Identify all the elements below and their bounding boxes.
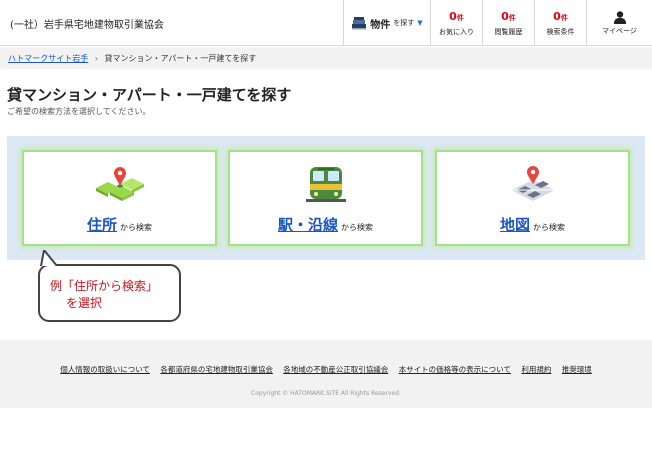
property-search-menu[interactable]: 物件 を探す ▼ [343,0,430,46]
search-by-map-suffix: から検索 [533,223,565,232]
header-nav: 物件 を探す ▼ 0件 お気に入り 0件 閲覧履歴 0件 検索条件 マイページ [343,0,652,46]
footer-link-fair-trade-councils[interactable]: 各地域の不動産公正取引協議会 [283,365,388,374]
address-map-icon [95,167,144,201]
user-icon [613,10,626,24]
footer-link-terms[interactable]: 利用規約 [521,365,551,374]
search-by-address-suffix: から検索 [120,223,152,232]
breadcrumb-current: 貸マンション・アパート・一戸建てを探す [104,54,257,63]
map-icon [510,166,555,201]
breadcrumb-home-link[interactable]: ハトマークサイト岩手 [8,54,88,63]
mypage-button[interactable]: マイページ [586,0,652,46]
instruction-callout: 例「住所から検索」 を選択 [38,264,181,322]
conditions-label: 検索条件 [546,27,575,36]
site-footer: 個人情報の取扱いについて 各都道府県の宅地建物取引業協会 各地域の不動産公正取引… [0,340,652,408]
conditions-count: 0 [553,9,561,23]
search-by-station-suffix: から検索 [341,223,373,232]
train-icon [305,167,346,202]
search-by-map-label[interactable]: 地図 [500,216,530,234]
history-button[interactable]: 0件 閲覧履歴 [482,0,534,46]
conditions-unit: 件 [560,13,568,22]
footer-link-price-display[interactable]: 本サイトの価格等の表示について [399,365,511,374]
footer-link-privacy[interactable]: 個人情報の取扱いについて [60,365,150,374]
favorites-unit: 件 [456,13,464,22]
site-name[interactable]: (一社）岩手県宅地建物取引業協会 [10,16,164,31]
search-menu-label: 物件 [370,19,391,31]
search-by-address-card[interactable]: 住所 から検索 [22,150,217,246]
breadcrumb: ハトマークサイト岩手 › 貸マンション・アパート・一戸建てを探す [0,47,652,69]
search-by-address-label[interactable]: 住所 [87,216,117,234]
mypage-label: マイページ [602,26,637,35]
page-title: 貸マンション・アパート・一戸建てを探す [7,86,292,104]
books-icon [352,17,367,30]
callout-line-1: 例「住所から検索」 [50,279,159,293]
footer-link-environment[interactable]: 推奨環境 [562,365,592,374]
copyright: Copyright © HATOMARK.SITE All Rights Res… [251,390,401,397]
history-count: 0 [501,9,509,23]
callout-pointer [40,250,58,266]
favorites-label: お気に入り [439,27,474,36]
search-by-map-card[interactable]: 地図 から検索 [435,150,630,246]
breadcrumb-separator: › [94,54,98,63]
caret-down-icon: ▼ [417,19,423,27]
history-label: 閲覧履歴 [494,27,523,36]
saved-conditions-button[interactable]: 0件 検索条件 [534,0,586,46]
favorites-button[interactable]: 0件 お気に入り [430,0,482,46]
site-header: (一社）岩手県宅地建物取引業協会 物件 を探す ▼ 0件 お気に入り 0件 閲覧… [0,0,652,46]
page-subtitle: ご希望の検索方法を選択してください。 [7,107,151,116]
favorites-count: 0 [449,9,457,23]
search-by-station-label[interactable]: 駅・沿線 [278,216,338,234]
search-by-station-card[interactable]: 駅・沿線 から検索 [228,150,423,246]
history-unit: 件 [508,13,516,22]
footer-links: 個人情報の取扱いについて 各都道府県の宅地建物取引業協会 各地域の不動産公正取引… [0,364,652,375]
footer-link-associations[interactable]: 各都道府県の宅地建物取引業協会 [160,365,273,374]
search-menu-sub: を探す [393,19,415,27]
search-method-panel: 住所 から検索 駅・沿線 から検索 地図 から検索 [7,136,645,260]
callout-line-2: を選択 [66,296,103,310]
